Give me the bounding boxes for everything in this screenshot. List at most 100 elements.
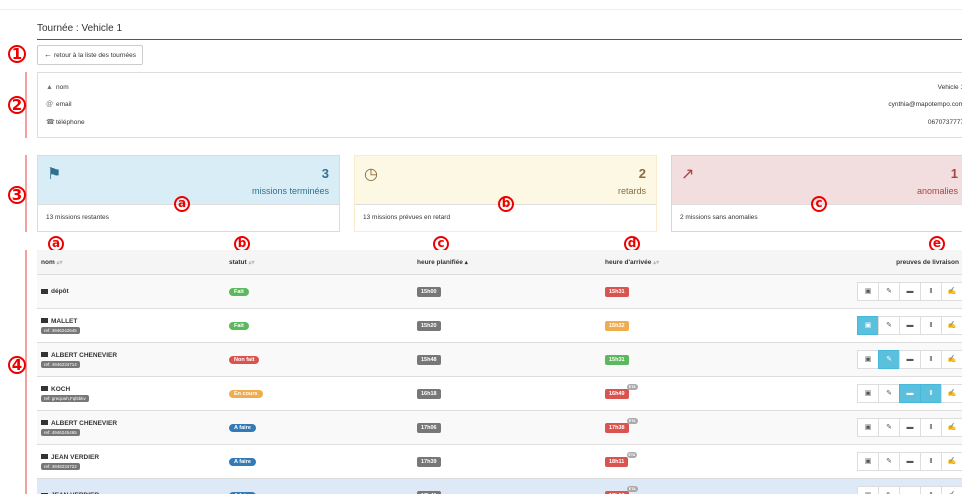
info-row-phone: ☎téléphone 0670737777 xyxy=(46,116,962,130)
camera-icon[interactable]: ▣ xyxy=(857,418,879,437)
row-name: JEAN VERDIER xyxy=(41,454,221,461)
row-name: ALBERT CHENEVIER xyxy=(41,420,221,427)
row-name: KOCH xyxy=(41,386,221,393)
arrival-time-badge: 15h31 xyxy=(605,286,629,297)
info-phone-value: 0670737777 xyxy=(927,119,962,126)
pencil-icon[interactable]: ✎ xyxy=(878,486,900,494)
planned-time-badge: 17h39 xyxy=(417,456,441,467)
col-header-planned[interactable]: heure planifiée ▴ xyxy=(413,250,601,275)
comment-icon[interactable]: ▬ xyxy=(899,316,921,335)
title-rule xyxy=(37,39,962,40)
signature-icon[interactable]: ✍ xyxy=(941,282,962,301)
marker-4: 4 xyxy=(8,356,26,374)
info-email-value: cynthia@mapotempo.com xyxy=(888,101,962,108)
status-badge: A faire xyxy=(229,423,256,432)
camera-icon[interactable]: ▣ xyxy=(857,452,879,471)
comment-icon[interactable]: ▬ xyxy=(899,384,921,403)
row-name: ALBERT CHENEVIER xyxy=(41,352,221,359)
back-to-tours-button[interactable]: ← retour à la liste des tournées xyxy=(37,45,144,65)
planned-time-badge: 17h41 xyxy=(417,490,441,494)
stat-anomalies-label: anomalies xyxy=(916,186,958,196)
row-ref-badge: ref: 4948234722 xyxy=(41,462,80,470)
camera-icon[interactable]: ▣ xyxy=(857,350,879,369)
pencil-icon[interactable]: ✎ xyxy=(878,350,900,369)
planned-time-badge: 15h48 xyxy=(417,354,441,365)
page-title: Tournée : Vehicle 1 xyxy=(37,23,123,34)
table-row[interactable]: MALLET ref: 4946242645 Fait 15h20 15h32 ▣ ✎ ▬ Ⅱ ✍ xyxy=(37,308,962,343)
planned-time-badge: 15h00 xyxy=(417,286,441,297)
col-header-arrival[interactable]: heure d'arrivée ▴▾ xyxy=(601,250,799,275)
user-icon: ▲ xyxy=(46,84,53,91)
arrival-time-badge: 15h32 xyxy=(605,320,629,331)
stat-anomalies-card: ↗ 1 anomalies 2 missions sans anomalies xyxy=(671,155,962,232)
status-badge: En cours xyxy=(229,389,263,398)
row-ref-badge: ref: 4946245465 xyxy=(41,428,80,436)
eta-badge: ETA xyxy=(626,451,638,458)
table-row[interactable]: JEAN VERDIER ref: 4948234722 A faire 17h39 1… xyxy=(37,444,962,479)
proof-actions: ▣✎▬Ⅱ✍ xyxy=(803,418,962,437)
pencil-icon[interactable]: ✎ xyxy=(878,384,900,403)
barcode-icon[interactable]: Ⅱ xyxy=(920,384,942,403)
arrow-left-icon: ← xyxy=(44,50,52,59)
camera-icon[interactable]: ▣ xyxy=(857,384,879,403)
id-card-icon xyxy=(41,420,48,426)
back-button-label: retour à la liste des tournées xyxy=(54,52,137,59)
status-badge: Fait xyxy=(229,287,249,296)
camera-icon[interactable]: ▣ xyxy=(857,316,879,335)
signature-icon[interactable]: ✍ xyxy=(941,384,962,403)
signature-icon[interactable]: ✍ xyxy=(941,452,962,471)
comment-icon[interactable]: ▬ xyxy=(899,418,921,437)
id-card-icon xyxy=(41,318,48,324)
signature-icon[interactable]: ✍ xyxy=(941,316,962,335)
status-badge: Fait xyxy=(229,321,249,330)
id-card-icon xyxy=(41,386,48,392)
arrival-time-badge: 18h11 ETA xyxy=(605,451,638,467)
status-badge: A faire xyxy=(229,457,256,466)
arrival-time-badge: 17h38 ETA xyxy=(605,417,638,433)
stat-anomalies-count: 1 xyxy=(950,166,958,181)
col-header-proofs[interactable]: preuves de livraison xyxy=(799,250,962,275)
signature-icon[interactable]: ✍ xyxy=(941,350,962,369)
proof-actions: ▣✎▬Ⅱ✍ xyxy=(803,486,962,494)
planned-time-badge: 15h20 xyxy=(417,320,441,331)
marker-c-top: c xyxy=(811,196,827,212)
barcode-icon[interactable]: Ⅱ xyxy=(920,350,942,369)
pencil-icon[interactable]: ✎ xyxy=(878,418,900,437)
comment-icon[interactable]: ▬ xyxy=(899,452,921,471)
proof-actions: ▣✎▬Ⅱ✍ xyxy=(803,282,962,301)
marker-1: 1 xyxy=(8,45,26,63)
camera-icon[interactable]: ▣ xyxy=(857,282,879,301)
table-row[interactable]: ALBERT CHENEVIER ref: 4946234714 Non fait 1… xyxy=(37,342,962,377)
col-header-name[interactable]: nom ▴▾ xyxy=(37,250,225,275)
eta-badge: ETA xyxy=(626,485,638,492)
table-row[interactable]: dépôt Fait 15h00 15h31 ▣ ✎ ▬ Ⅱ ✍ xyxy=(37,274,962,309)
planned-time-badge: 17h06 xyxy=(417,422,441,433)
home-icon xyxy=(41,288,48,294)
top-divider xyxy=(0,9,962,10)
camera-icon[interactable]: ▣ xyxy=(857,486,879,494)
proof-actions: ▣✎▬Ⅱ✍ xyxy=(803,384,962,403)
clock-icon: ◷ xyxy=(364,166,378,183)
barcode-icon[interactable]: Ⅱ xyxy=(920,418,942,437)
vehicle-info-panel: ▲ nom Vehicle 1 @ email cynthia@mapotempo.… xyxy=(37,72,962,138)
table-row[interactable]: KOCH ref: greqcwh,Fql5bkv En cours 16h18 16h… xyxy=(37,376,962,411)
info-row-name: ▲ nom Vehicle 1 xyxy=(46,81,962,95)
table-row[interactable]: JEAN VERDIERA faire17h4118h13ETA▣✎▬Ⅱ✍ xyxy=(37,478,962,494)
comment-icon[interactable]: ▬ xyxy=(899,350,921,369)
stat-done-card: ⚑ 3 missions terminées 13 missions resta… xyxy=(37,155,340,232)
pencil-icon[interactable]: ✎ xyxy=(878,452,900,471)
pencil-icon[interactable]: ✎ xyxy=(878,282,900,301)
signature-icon[interactable]: ✍ xyxy=(941,418,962,437)
col-header-status[interactable]: statut ▴▾ xyxy=(225,250,413,275)
barcode-icon[interactable]: Ⅱ xyxy=(920,282,942,301)
eta-badge: ETA xyxy=(626,417,638,424)
signature-icon[interactable]: ✍ xyxy=(941,486,962,494)
comment-icon[interactable]: ▬ xyxy=(899,486,921,494)
barcode-icon[interactable]: Ⅱ xyxy=(920,486,942,494)
table-row[interactable]: ALBERT CHENEVIER ref: 4946245465 A faire 17… xyxy=(37,410,962,445)
pencil-icon[interactable]: ✎ xyxy=(878,316,900,335)
barcode-icon[interactable]: Ⅱ xyxy=(920,452,942,471)
stat-late-count: 2 xyxy=(638,166,646,181)
comment-icon[interactable]: ▬ xyxy=(899,282,921,301)
barcode-icon[interactable]: Ⅱ xyxy=(920,316,942,335)
